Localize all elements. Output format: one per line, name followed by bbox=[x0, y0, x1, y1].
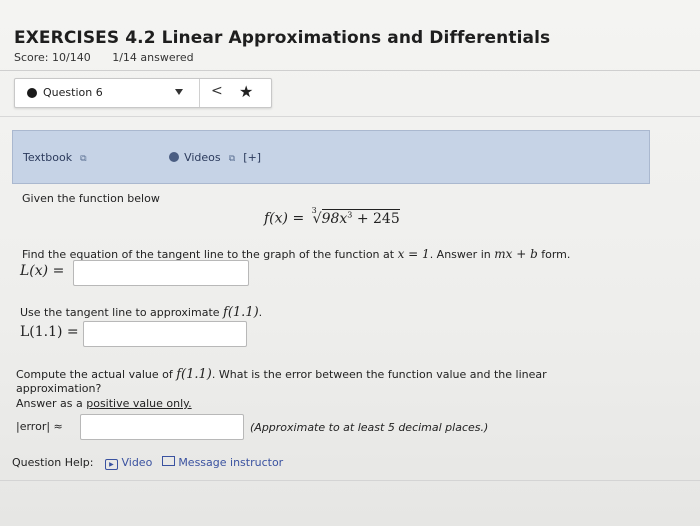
part2-prompt: Use the tangent line to approximate f(1.… bbox=[20, 305, 263, 320]
answered-count: 1/14 answered bbox=[112, 51, 194, 64]
videos-label: Videos bbox=[184, 151, 221, 164]
nav-divider bbox=[0, 116, 700, 117]
selector-divider bbox=[199, 79, 200, 107]
question-selector: Question 6 < ★ bbox=[14, 78, 272, 108]
part3-label: |error| ≈ bbox=[16, 420, 63, 433]
previous-question-button[interactable]: < bbox=[211, 83, 223, 99]
envelope-icon bbox=[161, 456, 175, 466]
caret-down-icon[interactable] bbox=[175, 89, 183, 95]
page-title: EXERCISES 4.2 Linear Approximations and … bbox=[14, 28, 551, 48]
score-text: Score: 10/140 bbox=[14, 51, 91, 64]
function-display: f(x) = 3 √98x3 + 245 bbox=[264, 206, 400, 227]
part3-prompt: Compute the actual value of f(1.1). What… bbox=[16, 367, 547, 382]
videos-link[interactable]: Videos ⧉ [+] bbox=[169, 146, 261, 165]
approximation-input[interactable] bbox=[83, 321, 247, 347]
radicand: 98x bbox=[321, 210, 348, 227]
external-link-icon: ⧉ bbox=[80, 154, 87, 164]
resources-bar: Textbook ⧉ Videos ⧉ [+] bbox=[12, 130, 650, 184]
part2-label: L(1.1) = bbox=[20, 324, 79, 340]
positive-value-note: positive value only. bbox=[86, 397, 192, 410]
part3-prompt-line3: Answer as a positive value only. bbox=[16, 397, 192, 410]
header-divider bbox=[0, 70, 700, 71]
part1-prompt: Find the equation of the tangent line to… bbox=[22, 247, 571, 261]
precision-note: (Approximate to at least 5 decimal place… bbox=[250, 421, 489, 434]
video-play-icon bbox=[169, 152, 179, 162]
radical-index: 3 bbox=[311, 206, 317, 215]
part3-prompt-line2: approximation? bbox=[16, 382, 102, 395]
part1-label: L(x) = bbox=[20, 263, 65, 279]
videos-expand[interactable]: [+] bbox=[243, 151, 261, 164]
message-instructor-link[interactable]: Message instructor bbox=[161, 456, 283, 469]
question-help: Question Help: ▶ Video Message instructo… bbox=[12, 456, 283, 470]
video-help-link[interactable]: ▶ Video bbox=[104, 456, 156, 470]
footer-divider bbox=[0, 480, 700, 481]
play-icon: ▶ bbox=[104, 459, 118, 470]
radicand-tail: + 245 bbox=[352, 210, 400, 227]
external-link-icon: ⧉ bbox=[228, 154, 236, 164]
function-lhs: f(x) = bbox=[264, 210, 305, 227]
textbook-label: Textbook bbox=[23, 151, 73, 164]
question-dropdown-label[interactable]: Question 6 bbox=[43, 86, 103, 99]
status-dot-icon bbox=[27, 88, 37, 98]
score-info: Score: 10/140 1/14 answered bbox=[14, 51, 212, 64]
error-input[interactable] bbox=[80, 414, 244, 440]
problem-intro: Given the function below bbox=[22, 192, 160, 205]
textbook-link[interactable]: Textbook ⧉ bbox=[23, 146, 87, 165]
star-icon[interactable]: ★ bbox=[239, 82, 253, 101]
tangent-line-input[interactable] bbox=[73, 260, 249, 286]
help-label: Question Help: bbox=[12, 456, 94, 469]
